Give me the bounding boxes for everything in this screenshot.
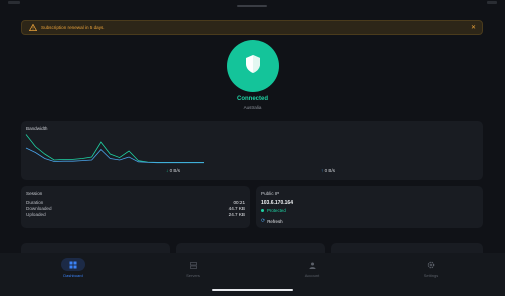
app-screen: Subscription renewal in 5 days. ✕ Connec… [0,0,505,296]
bandwidth-card: Bandwidth [21,121,483,180]
session-title: Session [26,191,43,196]
status-dot-icon [261,209,264,212]
session-label: Uploaded [26,212,46,217]
grid-icon [69,261,77,269]
nav-item-account[interactable]: Account [292,253,332,296]
download-rate: ↓ 0 B/s [166,168,180,173]
public-ip-title: Public IP [261,191,280,196]
bandwidth-chart [25,134,204,164]
session-value: 00:21 [233,200,246,205]
warning-icon [28,24,37,32]
bandwidth-series-line-1 [25,147,204,164]
upload-rate-value: 0 B/s [324,168,336,173]
session-value: 24.7 KB [228,212,245,217]
upload-rate: ↑ 0 B/s [321,168,335,173]
top-handle [237,5,267,7]
session-card: Session Duration 00:21 Downloaded 44.7 K… [21,186,250,228]
session-row-uploaded: Uploaded 24.7 KB [26,212,245,217]
refresh-button[interactable]: ⟳ Refresh [261,218,283,224]
bandwidth-title: Bandwidth [26,126,48,131]
bandwidth-series-line-0 [25,134,204,163]
nav-label: Account [304,273,320,278]
public-ip-address: 103.6.170.164 [261,200,293,206]
nav-label: Dashboard [63,273,83,278]
connection-location: Australia [243,105,262,110]
connection-status: Connected [236,96,268,102]
public-ip-card: Public IP 103.6.170.164 Protected ⟳ Refr… [256,186,483,228]
gear-icon [427,261,435,269]
status-bar-right [487,1,497,4]
protection-status: Protected [261,208,286,213]
shield-icon [244,54,262,79]
home-indicator [212,289,293,291]
protection-status-label: Protected [267,208,286,213]
status-bar-left [8,1,20,4]
nav-label: Servers [186,273,200,278]
nav-label: Settings [423,273,439,278]
session-row-downloaded: Downloaded 44.7 KB [26,206,245,211]
nav-item-dashboard[interactable]: Dashboard [53,253,93,296]
upload-arrow-icon: ↑ [321,168,324,173]
nav-item-servers[interactable]: Servers [173,253,213,296]
session-label: Duration [26,200,44,205]
download-arrow-icon: ↓ [166,168,169,173]
download-rate-value: 0 B/s [169,168,181,173]
servers-icon [189,261,197,269]
session-value: 44.7 KB [228,206,245,211]
alert-message: Subscription renewal in 5 days. [41,25,105,30]
session-label: Downloaded [26,206,52,211]
refresh-icon: ⟳ [261,218,266,224]
session-row-duration: Duration 00:21 [26,200,245,205]
nav-item-settings[interactable]: Settings [411,253,451,296]
person-icon [309,261,316,269]
subscription-alert: Subscription renewal in 5 days. ✕ [21,20,483,35]
connect-button[interactable] [227,40,279,92]
close-icon[interactable]: ✕ [471,25,476,31]
refresh-label: Refresh [267,218,283,224]
